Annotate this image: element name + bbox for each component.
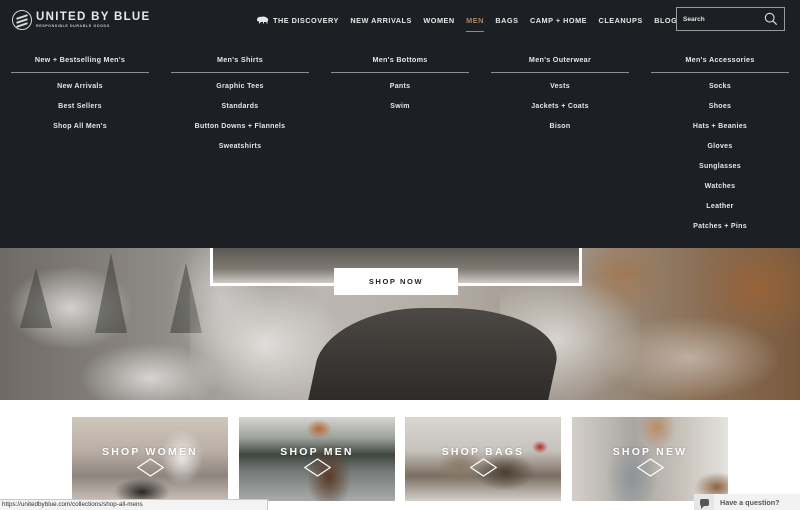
- menu-link[interactable]: Best Sellers: [11, 101, 149, 121]
- nav-item-new-arrivals[interactable]: NEW ARRIVALS: [350, 0, 412, 40]
- menu-divider: [491, 72, 629, 73]
- logo-text: UNITED BY BLUE RESPONSIBLE DURABLE GOODS: [36, 11, 150, 29]
- tile-shop-bags[interactable]: SHOP BAGS: [405, 417, 561, 501]
- nav-item-men[interactable]: MEN: [466, 0, 484, 40]
- hero-image-tree: [20, 268, 52, 328]
- nav-item-women[interactable]: WOMEN: [423, 0, 454, 40]
- chat-widget[interactable]: Have a question?: [694, 494, 800, 510]
- tile-label: SHOP BAGS: [441, 446, 525, 458]
- nav-item-camp-home[interactable]: CAMP + HOME: [530, 0, 587, 40]
- search-input[interactable]: [677, 8, 763, 30]
- brand-name: UNITED BY BLUE: [36, 11, 151, 23]
- menu-link[interactable]: Button Downs + Flannels: [171, 121, 309, 141]
- menu-link[interactable]: Shop All Men's: [11, 121, 149, 141]
- chat-label: Have a question?: [720, 497, 780, 507]
- menu-link[interactable]: New Arrivals: [11, 81, 149, 101]
- menu-list: Socks Shoes Hats + Beanies Gloves Sungla…: [651, 81, 789, 241]
- nav-item-cleanups[interactable]: CLEANUPS: [599, 0, 643, 40]
- diamond-icon: [469, 458, 497, 477]
- site-header: UNITED BY BLUE RESPONSIBLE DURABLE GOODS…: [0, 0, 800, 40]
- menu-divider: [171, 72, 309, 73]
- menu-link[interactable]: Sweatshirts: [171, 141, 309, 161]
- menu-list: Vests Jackets + Coats Bison: [491, 81, 629, 141]
- menu-link[interactable]: Bison: [491, 121, 629, 141]
- logo-wave-icon: [12, 10, 32, 30]
- search-icon[interactable]: [764, 12, 778, 26]
- menu-column-bottoms: Men's Bottoms Pants Swim: [331, 40, 469, 121]
- main-nav: THE DISCOVERY NEW ARRIVALS WOMEN MEN BAG…: [256, 0, 689, 40]
- menu-link[interactable]: Gloves: [651, 141, 789, 161]
- hero-image-tree: [95, 253, 127, 333]
- menu-link[interactable]: Swim: [331, 101, 469, 121]
- menu-column-heading[interactable]: Men's Shirts: [171, 40, 309, 72]
- menu-list: New Arrivals Best Sellers Shop All Men's: [11, 81, 149, 141]
- brand-tagline: RESPONSIBLE DURABLE GOODS: [36, 24, 110, 28]
- menu-list: Graphic Tees Standards Button Downs + Fl…: [171, 81, 309, 161]
- hero-banner: SHOP NOW: [0, 248, 800, 400]
- menu-column-accessories: Men's Accessories Socks Shoes Hats + Bea…: [651, 40, 789, 241]
- diamond-icon: [136, 458, 164, 477]
- menu-column-new-bestselling: New + Bestselling Men's New Arrivals Bes…: [11, 40, 149, 141]
- status-bar-url: https://unitedbyblue.com/collections/sho…: [0, 499, 268, 510]
- diamond-icon: [303, 458, 331, 477]
- tile-label: SHOP NEW: [612, 446, 688, 458]
- menu-column-heading[interactable]: New + Bestselling Men's: [11, 40, 149, 72]
- menu-link[interactable]: Socks: [651, 81, 789, 101]
- bison-icon: [257, 16, 269, 24]
- nav-item-blog[interactable]: BLOG: [654, 0, 677, 40]
- chat-bubble-icon: [699, 498, 709, 509]
- tile-shop-women[interactable]: SHOP WOMEN: [72, 417, 228, 501]
- menu-column-heading[interactable]: Men's Outerwear: [491, 40, 629, 72]
- menu-link[interactable]: Hats + Beanies: [651, 121, 789, 141]
- menu-link[interactable]: Graphic Tees: [171, 81, 309, 101]
- menu-divider: [651, 72, 789, 73]
- shop-now-button[interactable]: SHOP NOW: [334, 268, 458, 295]
- menu-link[interactable]: Shoes: [651, 101, 789, 121]
- menu-link[interactable]: Leather: [651, 201, 789, 221]
- menu-column-heading[interactable]: Men's Bottoms: [331, 40, 469, 72]
- page: UNITED BY BLUE RESPONSIBLE DURABLE GOODS…: [0, 0, 800, 510]
- diamond-icon: [636, 458, 664, 477]
- menu-list: Pants Swim: [331, 81, 469, 121]
- brand-logo[interactable]: UNITED BY BLUE RESPONSIBLE DURABLE GOODS: [12, 8, 150, 32]
- menu-column-outerwear: Men's Outerwear Vests Jackets + Coats Bi…: [491, 40, 629, 141]
- chat-icon-container: [694, 494, 714, 510]
- tile-shop-men[interactable]: SHOP MEN: [239, 417, 395, 501]
- menu-link[interactable]: Watches: [651, 181, 789, 201]
- menu-link[interactable]: Pants: [331, 81, 469, 101]
- search-box: [676, 7, 785, 31]
- menu-link[interactable]: Sunglasses: [651, 161, 789, 181]
- menu-column-heading[interactable]: Men's Accessories: [651, 40, 789, 72]
- menu-link[interactable]: Patches + Pins: [651, 221, 789, 241]
- menu-divider: [11, 72, 149, 73]
- tile-shop-new[interactable]: SHOP NEW: [572, 417, 728, 501]
- menu-link[interactable]: Standards: [171, 101, 309, 121]
- menu-divider: [331, 72, 469, 73]
- men-mega-menu: New + Bestselling Men's New Arrivals Bes…: [0, 40, 800, 248]
- menu-link[interactable]: Vests: [491, 81, 629, 101]
- menu-column-shirts: Men's Shirts Graphic Tees Standards Butt…: [171, 40, 309, 161]
- tile-label: SHOP WOMEN: [102, 446, 198, 458]
- nav-label: THE DISCOVERY: [273, 15, 339, 25]
- tile-label: SHOP MEN: [280, 446, 354, 458]
- menu-link[interactable]: Jackets + Coats: [491, 101, 629, 121]
- category-tiles: SHOP WOMEN SHOP MEN SHOP BAGS SHOP NEW: [0, 400, 800, 510]
- nav-item-bags[interactable]: BAGS: [495, 0, 518, 40]
- nav-item-the-discovery[interactable]: THE DISCOVERY: [256, 0, 339, 40]
